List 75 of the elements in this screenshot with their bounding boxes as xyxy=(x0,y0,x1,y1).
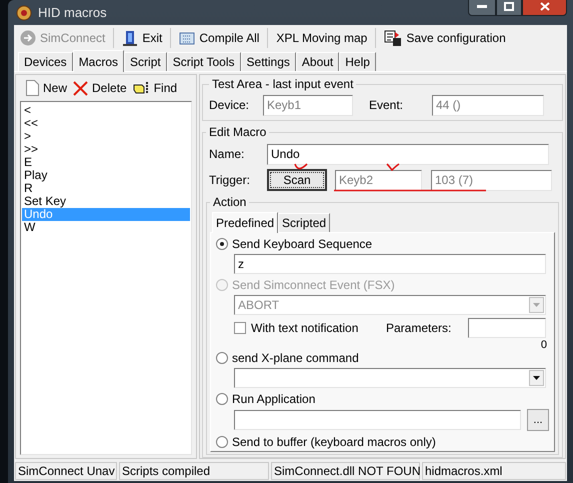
maximize-icon xyxy=(504,2,514,11)
document-icon xyxy=(26,80,39,96)
parameters-label: Parameters: xyxy=(386,320,452,337)
macro-list-item[interactable]: R xyxy=(22,182,190,195)
toolbar-button[interactable]: Compile All xyxy=(177,27,262,49)
macro-toolbar-button[interactable]: Find xyxy=(132,78,178,98)
close-button[interactable] xyxy=(522,0,567,16)
macro-list-item[interactable]: << xyxy=(22,117,190,130)
app-icon xyxy=(16,4,32,20)
macro-toolbar-button[interactable]: New xyxy=(26,78,68,98)
tab[interactable]: Predefined xyxy=(212,212,278,233)
maximize-button[interactable] xyxy=(496,0,522,16)
macro-list-item[interactable]: Play xyxy=(22,169,190,182)
macro-list-item[interactable]: < xyxy=(22,104,190,117)
tab[interactable]: Script xyxy=(124,52,167,71)
radio-button[interactable] xyxy=(216,352,228,364)
macro-list-item[interactable]: >> xyxy=(22,143,190,156)
toolbar-button[interactable]: Exit xyxy=(120,27,164,49)
status-panel: SimConnect Unav xyxy=(15,462,117,480)
radio-button[interactable] xyxy=(216,238,228,250)
device-label: Device: xyxy=(209,97,250,114)
scan-button[interactable]: Scan xyxy=(267,169,327,191)
status-panel: hidmacros.xml xyxy=(422,462,566,480)
event-label: Event: xyxy=(369,97,404,114)
tick-mark-icon xyxy=(386,163,400,171)
checkbox-label: With text notification xyxy=(251,320,360,337)
arrow-circle-icon xyxy=(20,30,36,46)
macro-toolbar-button[interactable]: Delete xyxy=(73,78,127,98)
option-label: Send Keyboard Sequence xyxy=(232,236,372,253)
event-field[interactable]: 44 () xyxy=(432,94,544,116)
tab[interactable]: Macros xyxy=(72,50,124,72)
compile-icon xyxy=(179,30,196,46)
macro-list-item[interactable]: E xyxy=(22,156,190,169)
tab[interactable]: Help xyxy=(339,52,376,71)
delete-icon xyxy=(73,80,88,96)
tab[interactable]: Settings xyxy=(240,52,296,71)
parameters-field[interactable] xyxy=(468,318,546,338)
status-panel: SimConnect.dll NOT FOUN xyxy=(271,462,420,480)
window-title: HID macros xyxy=(38,4,107,22)
count-label: 0 xyxy=(540,340,547,347)
group-title: Edit Macro xyxy=(208,124,268,141)
option-label: Send Simconnect Event (FSX) xyxy=(232,277,395,294)
tab[interactable]: Devices xyxy=(18,52,73,71)
radio-button[interactable] xyxy=(216,393,228,405)
macro-list-item[interactable]: > xyxy=(22,130,190,143)
browse-button[interactable]: ... xyxy=(527,409,549,431)
name-label: Name: xyxy=(209,146,246,163)
status-panel: Scripts compiled xyxy=(119,462,269,480)
close-icon xyxy=(540,2,550,11)
trigger-event-field[interactable]: 103 (7) xyxy=(431,170,552,190)
trigger-label: Trigger: xyxy=(209,172,251,189)
dropdown[interactable] xyxy=(234,368,546,388)
minimize-icon xyxy=(477,4,487,8)
macro-list-item[interactable]: Set Key xyxy=(22,195,190,208)
option-label: Send to buffer (keyboard macros only) xyxy=(232,434,436,451)
application-path-field[interactable] xyxy=(234,410,521,430)
save-icon xyxy=(384,30,402,46)
option-label: send X-plane command xyxy=(232,350,359,367)
option-label: Run Application xyxy=(232,391,316,408)
key-sequence-field[interactable]: z xyxy=(234,254,546,274)
name-field[interactable]: Undo xyxy=(267,144,549,164)
minimize-button[interactable] xyxy=(468,0,496,16)
tick-mark-icon xyxy=(294,163,308,171)
radio-button[interactable] xyxy=(216,436,228,448)
group-title: Test Area - last input event xyxy=(211,76,354,93)
macro-list-item[interactable]: W xyxy=(22,221,190,234)
toolbar-button[interactable]: Save configuration xyxy=(382,27,508,49)
group-title: Action xyxy=(212,194,248,211)
device-field[interactable]: Keyb1 xyxy=(263,94,353,116)
trigger-device-field[interactable]: Keyb2 xyxy=(335,170,422,190)
tab[interactable]: Scripted xyxy=(278,213,330,232)
door-icon xyxy=(122,30,138,46)
tab[interactable]: Script Tools xyxy=(166,52,241,71)
toolbar-button[interactable]: XPL Moving map xyxy=(274,27,370,49)
tab[interactable]: About xyxy=(296,52,340,71)
